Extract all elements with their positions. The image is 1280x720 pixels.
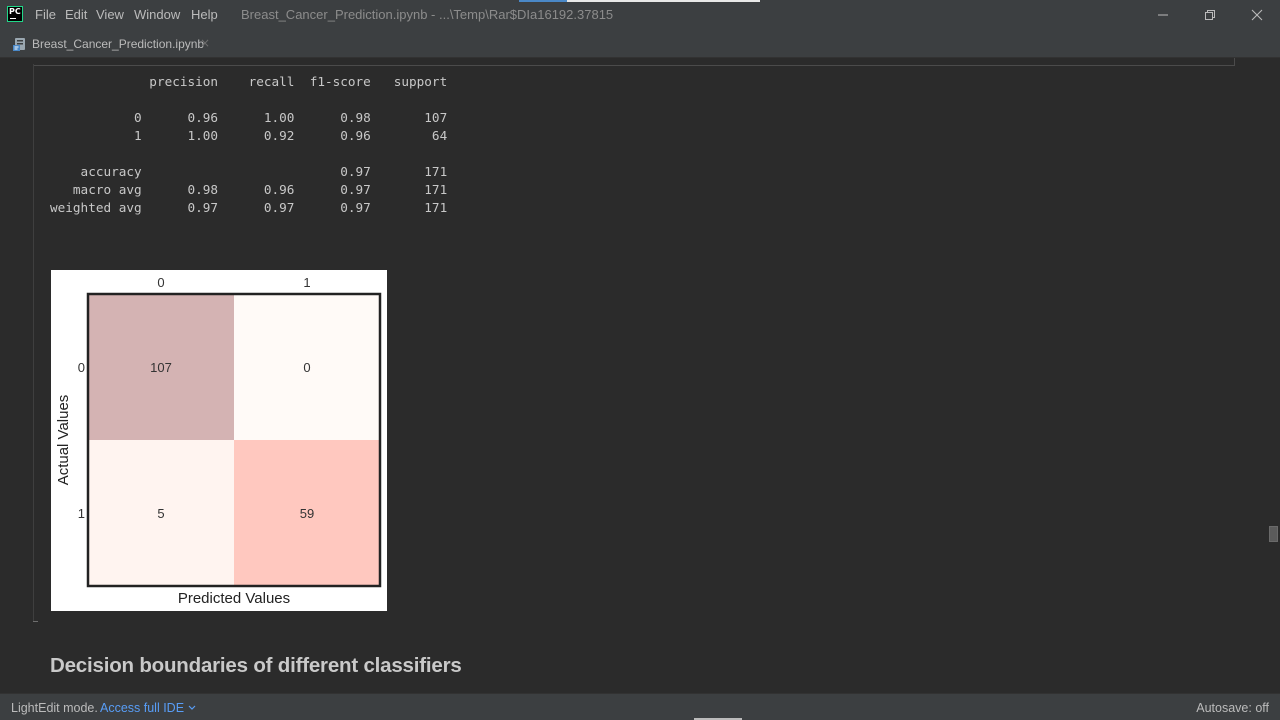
y-tick-label: 1	[78, 506, 85, 521]
cell-separator-edge	[1234, 58, 1235, 66]
menu-help[interactable]: Help	[191, 7, 218, 22]
close-icon	[1251, 9, 1263, 21]
notebook-editor[interactable]: precision recall f1-score support 0 0.96…	[0, 58, 1280, 693]
menu-edit[interactable]: Edit	[65, 7, 87, 22]
classification-report-output: precision recall f1-score support 0 0.96…	[50, 74, 448, 215]
window-title: Breast_Cancer_Prediction.ipynb - ...\Tem…	[241, 7, 614, 22]
menu-window[interactable]: Window	[134, 7, 180, 22]
title-bar: PC File Edit View Window Help Breast_Can…	[0, 0, 1280, 30]
tab-close-icon[interactable]: ×	[200, 36, 210, 50]
markdown-section-heading: Decision boundaries of different classif…	[50, 654, 462, 677]
minimize-icon	[1158, 14, 1168, 16]
tab-label: Breast_Cancer_Prediction.ipynb	[32, 37, 205, 51]
heatmap-cell-value: 5	[157, 506, 164, 521]
notebook-file-icon	[13, 38, 25, 51]
heatmap-cell-value: 0	[303, 360, 310, 375]
confusion-matrix-chart: 107 0 5 59 0 1 0 1 Predicted Values Actual Values	[55, 275, 382, 607]
restore-icon	[1205, 10, 1215, 20]
y-tick-label: 0	[78, 360, 85, 375]
close-window-button[interactable]	[1234, 0, 1280, 30]
status-mode-text: LightEdit mode.	[11, 701, 98, 715]
pycharm-logo-icon: PC	[7, 6, 23, 22]
menu-file[interactable]: File	[35, 7, 56, 22]
x-tick-label: 1	[303, 275, 310, 290]
confusion-matrix-figure: 107 0 5 59 0 1 0 1 Predicted Values Actual Values	[51, 270, 387, 611]
x-axis-label: Predicted Values	[178, 590, 290, 607]
vertical-scrollbar-thumb[interactable]	[1269, 526, 1278, 542]
focus-indicator-accent	[519, 0, 567, 2]
heatmap-cell-value: 107	[150, 360, 172, 375]
chevron-down-icon	[188, 705, 195, 710]
access-full-ide-link[interactable]: Access full IDE	[100, 701, 196, 715]
minimize-button[interactable]	[1140, 0, 1186, 30]
y-axis-label: Actual Values	[55, 395, 72, 486]
heatmap-cell-value: 59	[300, 506, 314, 521]
cell-output-gutter-end	[33, 621, 38, 622]
autosave-status[interactable]: Autosave: off	[1196, 701, 1269, 715]
cell-separator	[33, 64, 1235, 66]
menu-view[interactable]: View	[96, 7, 124, 22]
editor-tab-bar: Breast_Cancer_Prediction.ipynb ×	[0, 30, 1280, 58]
restore-button[interactable]	[1187, 0, 1233, 30]
tab-breast-cancer-notebook[interactable]: Breast_Cancer_Prediction.ipynb ×	[0, 30, 222, 58]
status-bar: LightEdit mode. Access full IDE Autosave…	[0, 693, 1280, 720]
x-tick-label: 0	[157, 275, 164, 290]
cell-output-gutter	[33, 64, 34, 622]
